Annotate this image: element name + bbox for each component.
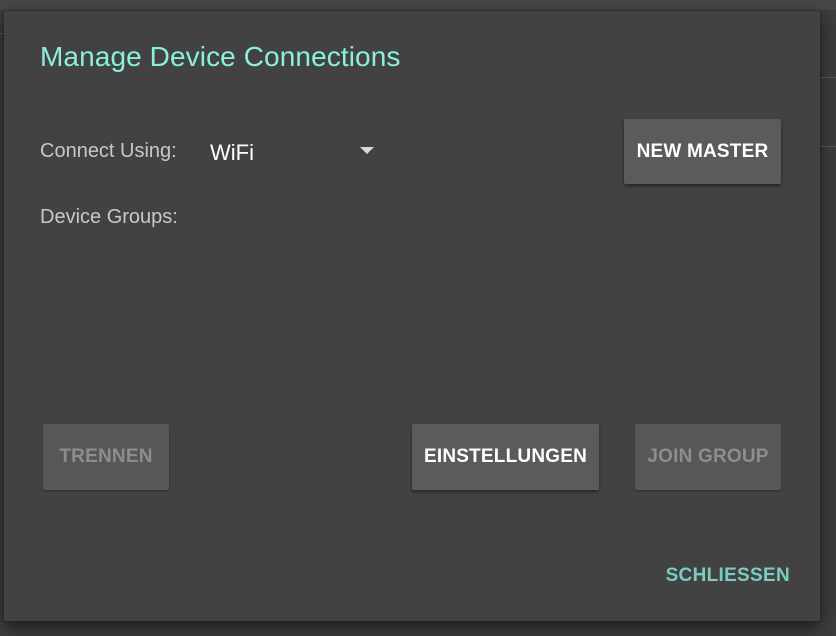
background-toolbar bbox=[0, 0, 836, 10]
connect-using-label: Connect Using: bbox=[40, 140, 177, 162]
caret-down-icon bbox=[360, 147, 374, 154]
device-groups-label: Device Groups: bbox=[40, 206, 178, 228]
close-button[interactable]: SCHLIESSEN bbox=[652, 556, 796, 596]
manage-connections-dialog: Manage Device Connections Connect Using:… bbox=[4, 11, 820, 621]
settings-button[interactable]: EINSTELLUNGEN bbox=[412, 424, 599, 490]
background-divider bbox=[820, 77, 836, 78]
background-divider bbox=[820, 146, 836, 147]
new-master-button[interactable]: NEW MASTER bbox=[624, 119, 781, 184]
join-group-button[interactable]: JOIN GROUP bbox=[635, 424, 781, 490]
connection-type-value: WiFi bbox=[210, 140, 254, 165]
dialog-title: Manage Device Connections bbox=[40, 41, 401, 72]
connection-type-dropdown[interactable]: WiFi bbox=[208, 133, 376, 169]
device-groups-list bbox=[40, 241, 780, 401]
disconnect-button[interactable]: TRENNEN bbox=[43, 424, 169, 490]
